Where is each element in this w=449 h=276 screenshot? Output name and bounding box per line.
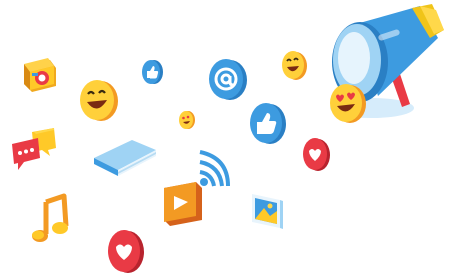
small-emoji-icon [178,110,196,130]
heart-coin-large-icon [104,228,146,276]
at-sign-icon [206,56,248,102]
laughing-emoji-icon [78,78,120,124]
social-media-illustration [0,0,449,276]
camera-icon [20,56,60,96]
heart-coin-icon [300,136,332,174]
picture-icon [250,192,284,230]
heart-eyes-emoji-icon [328,82,368,126]
thumbs-up-coin-icon [140,58,164,86]
thumbs-up-badge-icon [246,100,288,146]
video-play-icon [160,182,204,228]
chat-bubbles-icon [10,128,58,172]
smiling-emoji-icon [280,50,308,82]
music-note-icon [30,193,70,246]
book-icon [92,136,158,178]
